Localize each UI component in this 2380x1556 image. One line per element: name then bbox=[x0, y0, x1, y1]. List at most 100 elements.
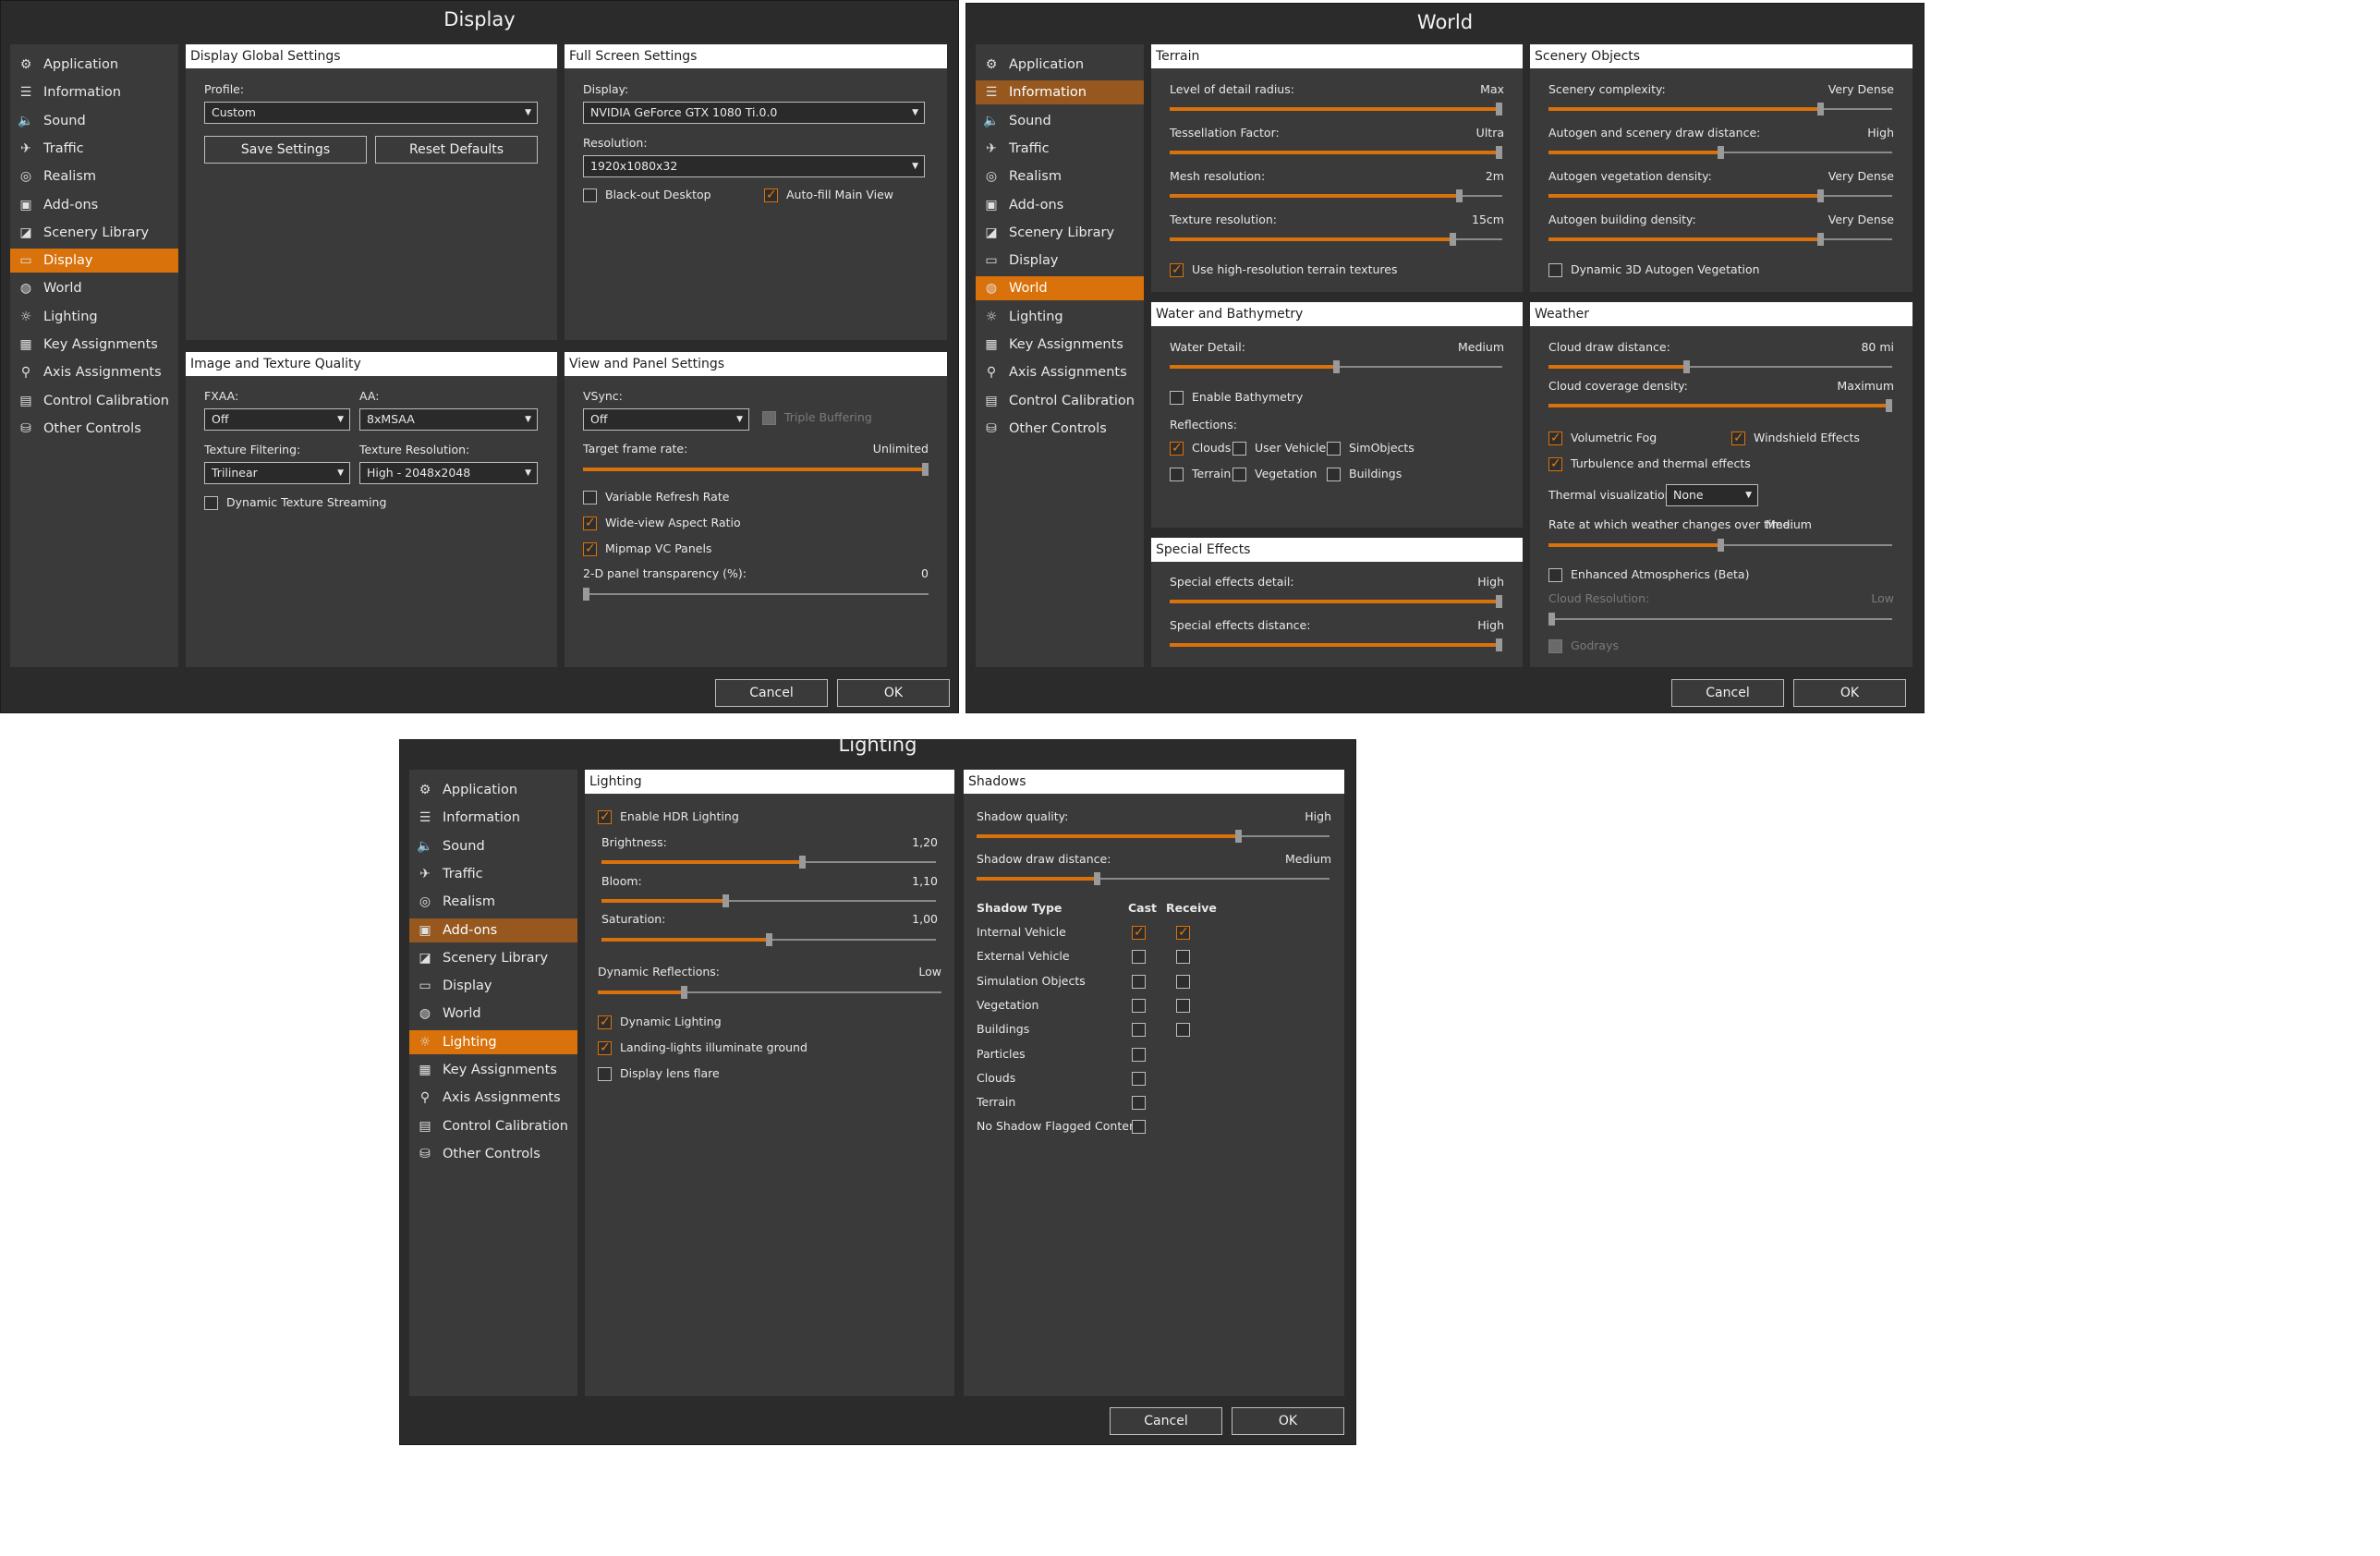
setting-slider[interactable] bbox=[1170, 146, 1502, 159]
receive-checkbox[interactable] bbox=[1176, 1023, 1190, 1038]
reset-defaults-button[interactable]: Reset Defaults bbox=[375, 136, 538, 164]
reflection-clouds-checkbox[interactable] bbox=[1170, 440, 1184, 456]
setting-slider[interactable] bbox=[1548, 189, 1892, 202]
sidebar-item-traffic[interactable]: ✈ Traffic bbox=[409, 862, 577, 886]
sidebar-item-sound[interactable]: 🔈 Sound bbox=[976, 109, 1144, 133]
slider-thumb[interactable] bbox=[1816, 103, 1824, 115]
sidebar-item-realism[interactable]: ◎ Realism bbox=[409, 890, 577, 914]
sidebar-item-key-assignments[interactable]: ▦ Key Assignments bbox=[976, 333, 1144, 357]
texture-filtering-select[interactable]: Trilinear ▼ bbox=[204, 462, 350, 484]
cloud-draw-distance-slider[interactable] bbox=[1548, 360, 1892, 373]
sidebar-item-other-controls[interactable]: ⛁ Other Controls bbox=[409, 1142, 577, 1166]
turbulence-checkbox[interactable] bbox=[1548, 456, 1562, 472]
water-detail-slider[interactable] bbox=[1170, 360, 1502, 373]
slider-thumb[interactable] bbox=[1456, 189, 1463, 202]
reflection-terrain-checkbox[interactable] bbox=[1170, 468, 1184, 481]
sidebar-item-scenery-library[interactable]: ◪ Scenery Library bbox=[10, 221, 178, 245]
cast-checkbox[interactable] bbox=[1132, 950, 1146, 965]
cancel-button[interactable]: Cancel bbox=[715, 679, 828, 707]
special-effects-detail-slider[interactable] bbox=[1170, 595, 1502, 608]
cancel-button[interactable]: Cancel bbox=[1671, 679, 1784, 707]
setting-slider[interactable] bbox=[1548, 233, 1892, 246]
setting-slider[interactable] bbox=[1548, 103, 1892, 115]
receive-checkbox[interactable] bbox=[1176, 924, 1190, 941]
resolution-select[interactable]: 1920x1080x32 ▼ bbox=[583, 155, 925, 177]
bloom-slider[interactable] bbox=[601, 894, 936, 907]
profile-select[interactable]: Custom ▼ bbox=[204, 102, 538, 124]
sidebar-item-information[interactable]: ☰ Information bbox=[409, 806, 577, 830]
slider-thumb[interactable] bbox=[1718, 146, 1724, 159]
sidebar-item-realism[interactable]: ◎ Realism bbox=[976, 164, 1144, 188]
cast-checkbox[interactable] bbox=[1132, 1071, 1146, 1086]
enhanced-atmospherics-checkbox[interactable] bbox=[1548, 568, 1562, 582]
weather-change-rate-slider[interactable] bbox=[1548, 539, 1892, 552]
slider-thumb[interactable] bbox=[1333, 360, 1340, 373]
shadow-quality-slider[interactable] bbox=[977, 830, 1330, 843]
sidebar-item-axis-assignments[interactable]: ⚲ Axis Assignments bbox=[10, 360, 178, 384]
cloud-coverage-slider[interactable] bbox=[1548, 399, 1892, 412]
cloud-resolution-slider[interactable] bbox=[1548, 613, 1892, 626]
reflection-user-vehicle-checkbox[interactable] bbox=[1232, 442, 1246, 456]
ok-button[interactable]: OK bbox=[1232, 1407, 1344, 1435]
cast-checkbox[interactable] bbox=[1132, 1096, 1146, 1111]
cancel-button[interactable]: Cancel bbox=[1110, 1407, 1222, 1435]
slider-thumb[interactable] bbox=[1093, 872, 1100, 885]
sidebar-item-add-ons[interactable]: ▣ Add-ons bbox=[10, 193, 178, 217]
panel-transparency-slider[interactable] bbox=[583, 588, 929, 601]
sidebar-item-information[interactable]: ☰ Information bbox=[976, 80, 1144, 105]
sidebar-item-sound[interactable]: 🔈 Sound bbox=[10, 109, 178, 133]
receive-checkbox[interactable] bbox=[1176, 974, 1190, 989]
slider-thumb[interactable] bbox=[1816, 189, 1824, 202]
brightness-slider[interactable] bbox=[601, 856, 936, 869]
sidebar-item-application[interactable]: ⚙ Application bbox=[409, 778, 577, 802]
slider-thumb[interactable] bbox=[922, 463, 929, 476]
slider-thumb[interactable] bbox=[1496, 103, 1502, 115]
cast-checkbox[interactable] bbox=[1132, 1047, 1146, 1062]
triple-buffering-checkbox[interactable] bbox=[762, 411, 776, 425]
sidebar-item-world[interactable]: ◍ World bbox=[976, 276, 1144, 301]
sidebar-item-display[interactable]: ▭ Display bbox=[409, 974, 577, 998]
sidebar-item-add-ons[interactable]: ▣ Add-ons bbox=[976, 193, 1144, 217]
target-frame-rate-slider[interactable] bbox=[583, 463, 929, 476]
dynamic-reflections-slider[interactable] bbox=[598, 986, 941, 999]
setting-slider[interactable] bbox=[1170, 103, 1502, 115]
slider-thumb[interactable] bbox=[1496, 595, 1502, 608]
ok-button[interactable]: OK bbox=[1793, 679, 1906, 707]
slider-thumb[interactable] bbox=[1548, 613, 1555, 626]
special-effects-distance-slider[interactable] bbox=[1170, 638, 1502, 651]
sidebar-item-other-controls[interactable]: ⛁ Other Controls bbox=[976, 417, 1144, 441]
slider-thumb[interactable] bbox=[1682, 360, 1690, 373]
variable-refresh-rate-checkbox[interactable] bbox=[583, 491, 597, 504]
reflection-simobjects-checkbox[interactable] bbox=[1327, 442, 1341, 456]
cast-checkbox[interactable] bbox=[1132, 1023, 1146, 1038]
shadow-draw-distance-slider[interactable] bbox=[977, 872, 1330, 885]
receive-checkbox[interactable] bbox=[1176, 998, 1190, 1013]
vsync-select[interactable]: Off ▼ bbox=[583, 408, 749, 431]
ok-button[interactable]: OK bbox=[837, 679, 950, 707]
sidebar-item-other-controls[interactable]: ⛁ Other Controls bbox=[10, 417, 178, 441]
enable-bathymetry-checkbox[interactable] bbox=[1170, 391, 1184, 405]
cast-checkbox[interactable] bbox=[1132, 1120, 1146, 1135]
dynamic-texture-streaming-checkbox[interactable] bbox=[204, 496, 218, 510]
hires-terrain-checkbox[interactable] bbox=[1170, 261, 1184, 278]
saturation-slider[interactable] bbox=[601, 933, 936, 946]
sidebar-item-control-calibration[interactable]: ▤ Control Calibration bbox=[409, 1114, 577, 1138]
slider-thumb[interactable] bbox=[1718, 539, 1724, 552]
slider-thumb[interactable] bbox=[722, 894, 729, 907]
slider-thumb[interactable] bbox=[766, 933, 772, 946]
cast-checkbox[interactable] bbox=[1132, 998, 1146, 1013]
sidebar-item-lighting[interactable]: ☼ Lighting bbox=[409, 1029, 577, 1054]
thermal-visualization-select[interactable]: None ▼ bbox=[1666, 484, 1758, 506]
cast-checkbox[interactable] bbox=[1132, 974, 1146, 989]
sidebar-item-key-assignments[interactable]: ▦ Key Assignments bbox=[10, 333, 178, 357]
dynamic-3d-autogen-checkbox[interactable] bbox=[1548, 263, 1562, 277]
setting-slider[interactable] bbox=[1170, 189, 1502, 202]
landing-lights-checkbox[interactable] bbox=[598, 1039, 612, 1056]
sidebar-item-scenery-library[interactable]: ◪ Scenery Library bbox=[409, 946, 577, 970]
display-select[interactable]: NVIDIA GeForce GTX 1080 Ti.0.0 ▼ bbox=[583, 102, 925, 124]
receive-checkbox[interactable] bbox=[1176, 950, 1190, 965]
volumetric-fog-checkbox[interactable] bbox=[1548, 430, 1562, 446]
slider-thumb[interactable] bbox=[1234, 830, 1242, 843]
slider-thumb[interactable] bbox=[1496, 146, 1502, 159]
save-settings-button[interactable]: Save Settings bbox=[204, 136, 367, 164]
